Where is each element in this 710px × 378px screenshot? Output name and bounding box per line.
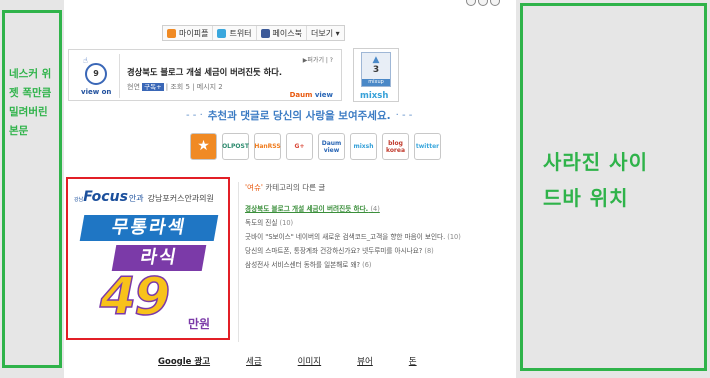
ad-price: 49 xyxy=(99,266,171,328)
blogkorea-icon[interactable]: blog korea xyxy=(382,133,409,160)
mixsh-mini-label: mixup xyxy=(362,79,390,86)
brand-small: 강남 xyxy=(74,197,84,203)
related-post-title: 당신의 스마트폰, 통장계좌 건강하신가요? 넷두루미를 아시나요? xyxy=(245,247,423,255)
daum-view-widget: ☝ 9 view on ▶퍼가기 | ? 경상북도 블로그 개설 세금이 버려진… xyxy=(68,49,342,101)
related-post-count: (10) xyxy=(279,219,294,227)
ad-link[interactable]: 돈 xyxy=(409,355,417,367)
view-on-vote-button[interactable]: ☝ 9 view on xyxy=(75,53,115,99)
left-widget-placeholder: 네스커 위 젯 폭만큼 밀려버린 본문 xyxy=(2,10,62,368)
clinic-name: 강남포커스안과의원 xyxy=(147,194,214,203)
circle-icon[interactable] xyxy=(466,0,476,6)
ad-price-unit: 만원 xyxy=(188,317,211,331)
olpost-icon[interactable]: OLPOST xyxy=(222,133,249,160)
top-right-icons xyxy=(466,0,500,6)
share-mypeople-button[interactable]: 마이피플 xyxy=(163,26,214,40)
right-sidebar-placeholder: 사라진 사이 드바 위치 xyxy=(520,3,707,371)
logo-view: view xyxy=(314,91,333,99)
related-post-count: (4) xyxy=(370,205,380,213)
related-post-count: (10) xyxy=(447,233,461,241)
left-placeholder-line: 젯 폭만큼 xyxy=(9,87,52,99)
circle-icon[interactable] xyxy=(478,0,488,6)
left-placeholder-line: 본문 xyxy=(9,125,29,137)
mixsh-logo: mixsh xyxy=(360,91,389,101)
post-title-link[interactable]: 경상북도 블로그 개설 세금이 버려진듯 하다. xyxy=(127,66,282,78)
mixsh-vote-box[interactable]: ▲ 3 mixup xyxy=(361,52,391,87)
left-placeholder-line: 밀려버린 xyxy=(9,106,48,118)
related-post-title: 굿바이 "S보이스" 네이버의 새로운 검색코드_고객을 향한 마음이 보인다. xyxy=(245,233,446,241)
google-icon[interactable]: G+ xyxy=(286,133,313,160)
sns-share-icons: ★ OLPOST HanRSS G+ Daum view mixsh blog korea t… xyxy=(190,133,441,160)
hand-cursor-icon: ☝ xyxy=(83,56,88,65)
related-post-title: 독도의 진실 xyxy=(245,219,278,227)
eye-clinic-ad[interactable]: 강남 Focus 안과 강남포커스안과의원 무통라섹 라식 49 만원 xyxy=(66,177,230,340)
post-meta: 현연 구독+ | 조회 5 | 메시지 2 xyxy=(127,81,223,92)
left-placeholder-line: 네스커 위 xyxy=(9,68,52,80)
related-post-count: (8) xyxy=(424,247,434,255)
related-post-link[interactable]: 독도의 진실 (10) xyxy=(245,219,510,228)
dash-icon: · - - xyxy=(395,110,413,121)
up-arrow-icon: ▲ xyxy=(372,55,380,65)
circle-icon[interactable] xyxy=(490,0,500,6)
recommend-text: 추천과 댓글로 당신의 사랑을 보여주세요. xyxy=(207,110,391,122)
logo-daum: Daum xyxy=(289,91,313,99)
related-posts: '여슈' 카테고리의 다른 글 경상북도 블로그 개설 세금이 버려진듯 하다.… xyxy=(238,182,510,342)
post-stats: | 조회 5 | 메시지 2 xyxy=(165,83,223,91)
mixsh-widget[interactable]: ▲ 3 mixup mixsh xyxy=(353,48,399,102)
related-header: '여슈' 카테고리의 다른 글 xyxy=(245,182,510,193)
brand-focus: Focus xyxy=(83,189,128,205)
dash-icon: - - · xyxy=(186,110,203,121)
related-list: 경상북도 블로그 개설 세금이 버려진듯 하다. (4) 독도의 진실 (10) 굿… xyxy=(245,205,510,270)
vote-count: 9 xyxy=(85,63,107,85)
twitter-icon xyxy=(217,28,227,38)
facebook-icon xyxy=(260,28,270,38)
google-ads-label[interactable]: Google 광고 xyxy=(158,355,210,367)
ad-link[interactable]: 세금 xyxy=(246,355,262,367)
share-label: 더보기 ▾ xyxy=(311,28,340,38)
related-post-count: (6) xyxy=(362,261,372,269)
related-post-title: 경상북도 블로그 개설 세금이 버려진듯 하다. xyxy=(245,205,369,213)
ad-link[interactable]: 뷰어 xyxy=(357,355,373,367)
subscribe-badge[interactable]: 구독+ xyxy=(142,83,164,91)
share-label: 페이스북 xyxy=(272,28,302,38)
star-icon[interactable]: ★ xyxy=(190,133,217,160)
related-post-link[interactable]: 경상북도 블로그 개설 세금이 버려진듯 하다. (4) xyxy=(245,205,510,214)
daumview-icon[interactable]: Daum view xyxy=(318,133,345,160)
brand-inkwa: 안과 xyxy=(128,194,144,203)
related-post-title: 삼성전사 서비스센터 동하를 일본해로 왜? xyxy=(245,261,361,269)
embed-link[interactable]: ▶퍼가기 | ? xyxy=(303,55,333,64)
related-post-link[interactable]: 굿바이 "S보이스" 네이버의 새로운 검색코드_고객을 향한 마음이 보인다.… xyxy=(245,233,511,242)
author[interactable]: 현연 xyxy=(127,83,140,91)
ad-headline-1: 무통라섹 xyxy=(79,215,219,241)
post-body: 마이피플 트위터 페이스북 더보기 ▾ ☝ 9 view on ▶퍼가기 | ?… xyxy=(64,0,516,378)
divider xyxy=(119,54,120,98)
share-bar: 마이피플 트위터 페이스북 더보기 ▾ xyxy=(162,25,345,41)
share-label: 마이피플 xyxy=(179,28,209,38)
daum-view-logo[interactable]: Daum view xyxy=(290,91,333,99)
google-ads-footer: Google 광고 세금 이미지 뷰어 돈 xyxy=(158,355,417,367)
share-more-button[interactable]: 더보기 ▾ xyxy=(307,26,344,40)
recommend-banner: - - · 추천과 댓글로 당신의 사랑을 보여주세요. · - - xyxy=(186,108,412,123)
related-header-text: 카테고리의 다른 글 xyxy=(262,183,326,192)
related-post-link[interactable]: 삼성전사 서비스센터 동하를 일본해로 왜? (6) xyxy=(245,261,510,270)
related-post-link[interactable]: 당신의 스마트폰, 통장계좌 건강하신가요? 넷두루미를 아시나요? (8) xyxy=(245,247,510,256)
ad-link[interactable]: 이미지 xyxy=(298,355,321,367)
right-placeholder-line: 사라진 사이 xyxy=(543,150,648,174)
hanrss-icon[interactable]: HanRSS xyxy=(254,133,281,160)
share-twitter-button[interactable]: 트위터 xyxy=(213,26,257,40)
twitter-icon[interactable]: twitter xyxy=(414,133,441,160)
share-facebook-button[interactable]: 페이스북 xyxy=(257,26,307,40)
mixsh-count: 3 xyxy=(372,65,380,75)
category-name: '여슈' xyxy=(245,183,263,192)
right-placeholder-line: 드바 위치 xyxy=(543,186,629,210)
vote-label: view on xyxy=(81,88,112,96)
mypeople-icon xyxy=(167,28,176,38)
ad-brand: 강남 Focus 안과 강남포커스안과의원 xyxy=(74,189,214,205)
share-label: 트위터 xyxy=(229,28,252,38)
mixsh-icon[interactable]: mixsh xyxy=(350,133,377,160)
